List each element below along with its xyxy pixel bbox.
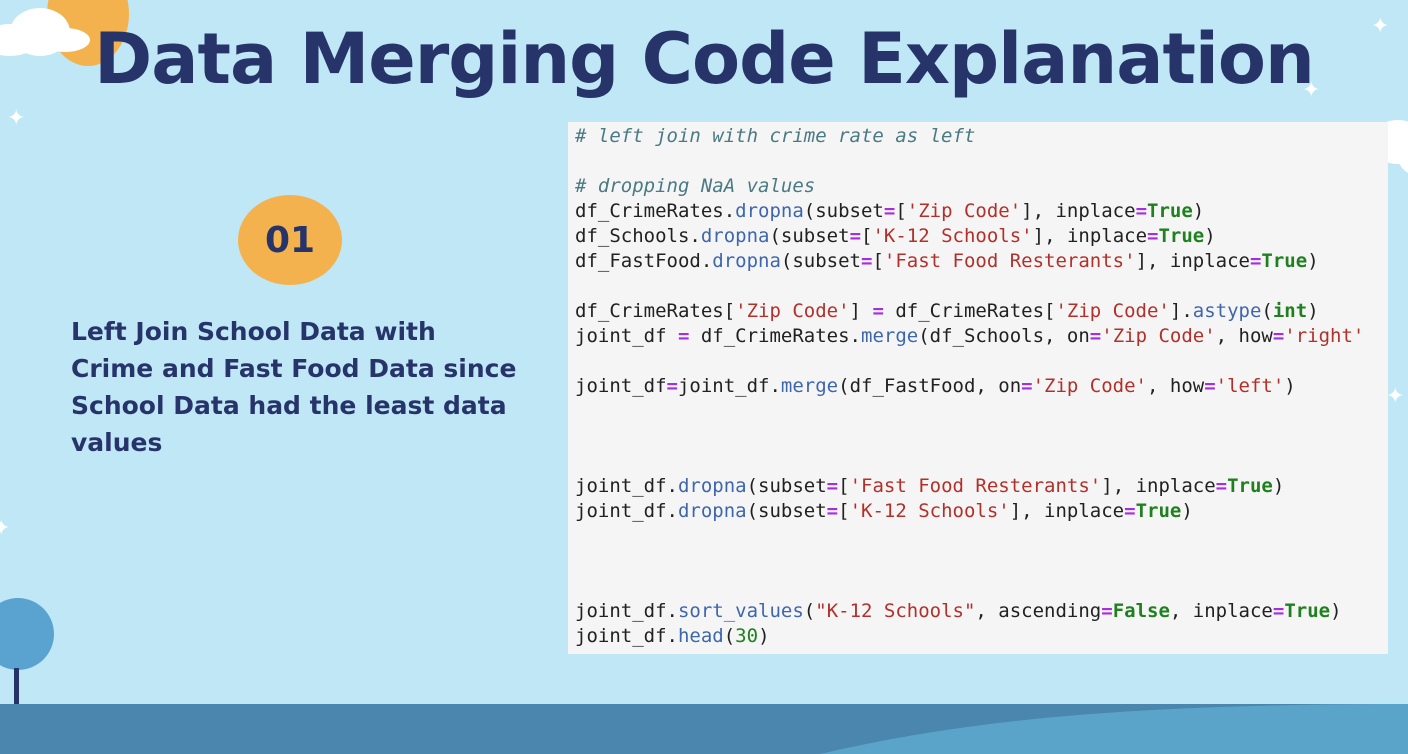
code-line: df_Schools.dropna(subset=['K-12 Schools'… xyxy=(575,225,1216,247)
code-line: # left join with crime rate as left xyxy=(575,124,975,149)
code-line: joint_df.dropna(subset=['K-12 Schools'],… xyxy=(575,500,1193,522)
page-title: Data Merging Code Explanation xyxy=(94,18,1315,100)
code-line: joint_df.dropna(subset=['Fast Food Reste… xyxy=(575,475,1285,497)
ground-band xyxy=(0,704,1408,754)
step-number-badge: 01 xyxy=(238,195,342,285)
sparkle-icon: ✦ xyxy=(1386,384,1405,409)
sparkle-icon: ✦ xyxy=(7,106,26,131)
code-comment: # dropping NaA values xyxy=(575,175,816,197)
code-line: df_FastFood.dropna(subset=['Fast Food Re… xyxy=(575,250,1319,272)
code-line: joint_df = df_CrimeRates.merge(df_School… xyxy=(575,325,1365,347)
sparkle-icon: ✦ xyxy=(0,516,11,541)
code-line: df_CrimeRates['Zip Code'] = df_CrimeRate… xyxy=(575,300,1319,322)
code-comment: # left join with crime rate as left xyxy=(575,125,976,147)
tree-trunk xyxy=(14,668,19,708)
code-line: # dropping NaA values xyxy=(575,174,815,199)
tree-icon xyxy=(0,598,54,670)
code-screenshot: # left join with crime rate as left # dr… xyxy=(568,122,1388,654)
code-line: joint_df.head(30) xyxy=(575,625,770,647)
code-line: joint_df=joint_df.merge(df_FastFood, on=… xyxy=(575,375,1296,397)
code-line: df_CrimeRates.dropna(subset=['Zip Code']… xyxy=(575,200,1205,222)
code-line: joint_df.sort_values("K-12 Schools", asc… xyxy=(575,600,1342,622)
step-description: Left Join School Data with Crime and Fas… xyxy=(71,317,517,457)
